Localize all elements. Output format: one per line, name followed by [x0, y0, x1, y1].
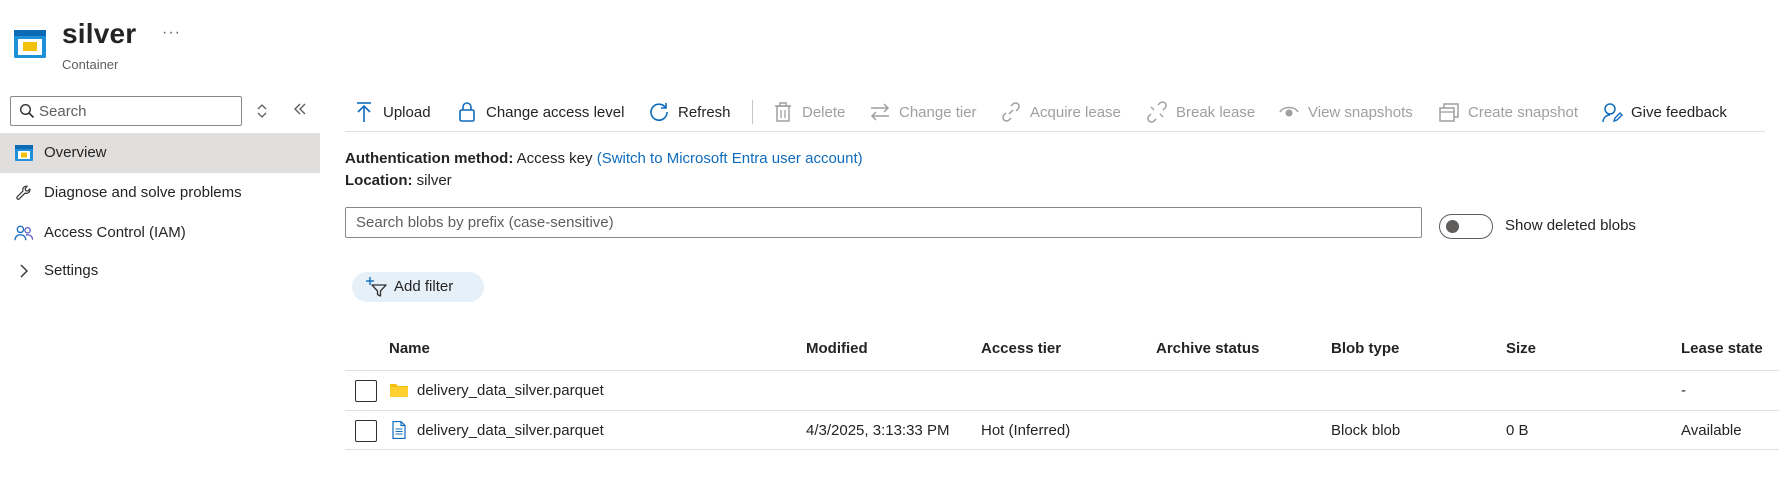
feedback-icon — [1602, 103, 1623, 123]
auth-method-line: Authentication method: Access key (Switc… — [345, 148, 863, 170]
location-label: Location: — [345, 172, 413, 189]
auth-method-label: Authentication method: — [345, 150, 514, 167]
refresh-button[interactable]: Refresh — [648, 98, 731, 126]
give-feedback-button[interactable]: Give feedback — [1601, 98, 1727, 126]
container-icon — [14, 30, 46, 58]
people-icon — [14, 225, 34, 241]
column-header-size[interactable]: Size — [1506, 340, 1536, 357]
snapshot-icon — [1439, 103, 1459, 122]
sidebar-search-input[interactable]: Search — [10, 96, 242, 126]
sidebar-search-placeholder: Search — [39, 103, 87, 120]
chevron-right-icon — [20, 264, 28, 278]
location-value: silver — [416, 172, 452, 189]
upload-label: Upload — [383, 103, 431, 121]
blob-name[interactable]: delivery_data_silver.parquet — [417, 382, 604, 399]
show-deleted-blobs-label: Show deleted blobs — [1505, 217, 1636, 234]
row-checkbox[interactable] — [355, 380, 377, 402]
sidebar-item-overview[interactable]: Overview — [0, 133, 320, 173]
table-row[interactable]: delivery_data_silver.parquet 4/3/2025, 3… — [345, 410, 1779, 450]
sidebar-item-settings[interactable]: Settings — [0, 251, 320, 291]
break-lease-button[interactable]: Break lease — [1146, 98, 1255, 126]
blob-search-placeholder: Search blobs by prefix (case-sensitive) — [356, 214, 614, 231]
change-access-level-label: Change access level — [486, 103, 625, 121]
folder-icon — [390, 384, 408, 397]
page-subtitle: Container — [62, 57, 119, 72]
eye-icon — [1279, 106, 1299, 117]
wrench-icon — [16, 185, 31, 200]
lock-icon — [459, 102, 475, 122]
create-snapshot-button[interactable]: Create snapshot — [1438, 98, 1578, 126]
trash-icon — [775, 102, 791, 122]
change-tier-label: Change tier — [899, 103, 977, 121]
sidebar-item-label: Diagnose and solve problems — [44, 184, 242, 201]
location-line: Location: silver — [345, 170, 863, 192]
break-lease-label: Break lease — [1176, 103, 1256, 121]
change-access-level-button[interactable]: Change access level — [456, 98, 624, 126]
view-snapshots-label: View snapshots — [1308, 103, 1413, 121]
link-icon — [1002, 102, 1020, 122]
add-filter-icon — [366, 277, 387, 297]
collapse-sidebar-icon[interactable] — [292, 101, 308, 117]
refresh-label: Refresh — [678, 103, 731, 121]
column-header-lease-state[interactable]: Lease state — [1681, 340, 1763, 357]
sidebar: Search Overview Diagnose and solve probl… — [0, 88, 320, 483]
command-bar: Upload Change access level Refresh Delet… — [345, 92, 1765, 132]
blob-type: Block blob — [1331, 422, 1401, 439]
page-title: silver — [62, 18, 137, 49]
sidebar-item-label: Overview — [44, 144, 107, 161]
give-feedback-label: Give feedback — [1631, 103, 1727, 121]
search-icon — [19, 103, 35, 119]
sidebar-item-diagnose[interactable]: Diagnose and solve problems — [0, 173, 320, 213]
upload-button[interactable]: Upload — [353, 98, 431, 126]
more-options-button[interactable]: ··· — [162, 24, 181, 42]
add-filter-button[interactable]: Add filter — [352, 272, 484, 302]
acquire-lease-button[interactable]: Acquire lease — [1000, 98, 1121, 126]
auth-method-value: Access key — [516, 150, 593, 167]
blob-access-tier: Hot (Inferred) — [981, 422, 1071, 439]
upload-icon — [357, 102, 371, 122]
blob-search-input[interactable]: Search blobs by prefix (case-sensitive) — [345, 207, 1422, 238]
blob-name[interactable]: delivery_data_silver.parquet — [417, 422, 604, 439]
blob-size: 0 B — [1506, 422, 1529, 439]
sidebar-item-label: Access Control (IAM) — [44, 224, 186, 241]
broken-link-icon — [1147, 101, 1167, 123]
toggle-knob — [1446, 220, 1459, 233]
blob-modified: 4/3/2025, 3:13:33 PM — [806, 422, 950, 439]
row-checkbox[interactable] — [355, 420, 377, 442]
view-snapshots-button[interactable]: View snapshots — [1278, 98, 1413, 126]
container-info: Authentication method: Access key (Switc… — [345, 148, 863, 192]
add-filter-label: Add filter — [394, 278, 454, 295]
column-header-archive-status[interactable]: Archive status — [1156, 340, 1259, 357]
page-header: silver Container ··· — [0, 0, 1779, 78]
sidebar-item-label: Settings — [44, 262, 99, 279]
delete-button[interactable]: Delete — [772, 98, 845, 126]
table-row[interactable]: delivery_data_silver.parquet - — [345, 370, 1779, 410]
container-icon — [15, 145, 33, 161]
column-header-modified[interactable]: Modified — [806, 340, 868, 357]
create-snapshot-label: Create snapshot — [1468, 103, 1579, 121]
expand-collapse-icon[interactable] — [256, 102, 268, 120]
blob-lease-state: - — [1681, 382, 1686, 399]
acquire-lease-label: Acquire lease — [1030, 103, 1121, 121]
column-header-blob-type[interactable]: Blob type — [1331, 340, 1399, 357]
toolbar-divider — [752, 100, 753, 124]
column-header-name[interactable]: Name — [389, 340, 430, 357]
swap-icon — [870, 103, 890, 121]
file-icon — [392, 421, 406, 439]
blob-lease-state: Available — [1681, 422, 1742, 439]
refresh-icon — [650, 103, 668, 121]
sidebar-item-access-control[interactable]: Access Control (IAM) — [0, 213, 320, 253]
change-tier-button[interactable]: Change tier — [869, 98, 977, 126]
column-header-access-tier[interactable]: Access tier — [981, 340, 1061, 357]
delete-label: Delete — [802, 103, 846, 121]
switch-auth-link[interactable]: (Switch to Microsoft Entra user account) — [597, 150, 863, 167]
show-deleted-blobs-toggle[interactable] — [1439, 214, 1493, 239]
